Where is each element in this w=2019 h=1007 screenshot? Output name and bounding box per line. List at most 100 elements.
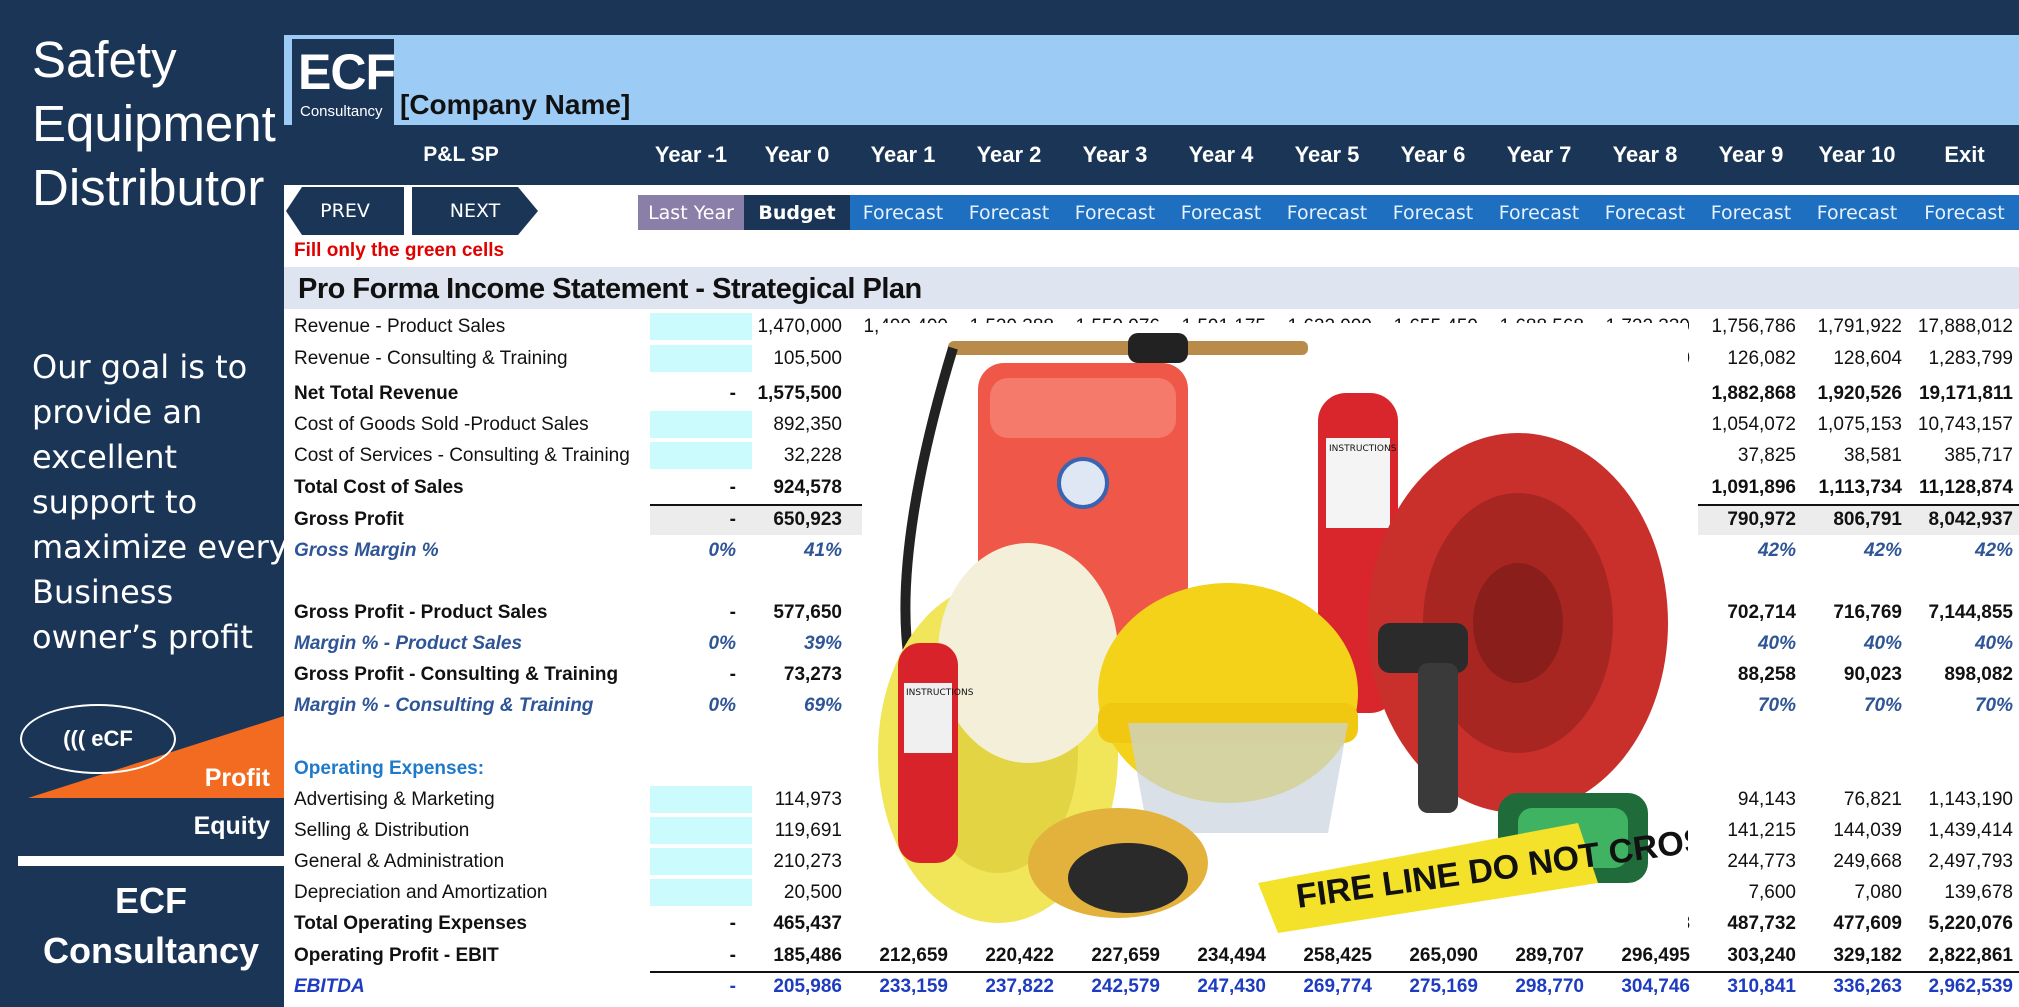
table-cell: - bbox=[729, 509, 736, 530]
sheet-title: P&L SP bbox=[423, 143, 499, 166]
table-cell: 210,273 bbox=[773, 851, 842, 872]
table-cell: 42% bbox=[1974, 540, 2013, 561]
table-cell: 1,756,786 bbox=[1711, 316, 1796, 337]
table-cell: 577,650 bbox=[773, 602, 842, 623]
table-cell: 244,773 bbox=[1727, 851, 1796, 872]
column-type-header: Forecast bbox=[1168, 195, 1274, 230]
table-cell: 249,668 bbox=[1833, 851, 1902, 872]
column-type-header: Forecast bbox=[1592, 195, 1698, 230]
table-cell: 1,283,799 bbox=[1928, 348, 2013, 369]
table-cell: 806,791 bbox=[1833, 509, 1902, 530]
table-cell: 119,691 bbox=[774, 820, 842, 841]
table-cell: 76,821 bbox=[1843, 789, 1902, 810]
table-cell: 1,575,500 bbox=[757, 383, 842, 404]
logo-small-text: Consultancy bbox=[300, 103, 383, 120]
statement-title: Pro Forma Income Statement - Strategical… bbox=[298, 273, 922, 305]
company-name: [Company Name] bbox=[400, 89, 631, 120]
table-cell: 1,882,868 bbox=[1711, 383, 1796, 404]
row-label: Cost of Goods Sold -Product Sales bbox=[294, 414, 589, 435]
table-cell: 0% bbox=[708, 540, 736, 561]
row-label: Gross Margin % bbox=[294, 540, 439, 561]
table-cell: 70% bbox=[1974, 695, 2013, 716]
next-button[interactable]: NEXT bbox=[412, 187, 538, 235]
ecf-oval-logo: ((( eCF bbox=[20, 704, 176, 774]
table-cell: 1,113,734 bbox=[1818, 477, 1902, 498]
table-cell: - bbox=[729, 945, 736, 966]
safety-equipment-image: INSTRUCTIONS INSTRUCTIONS FIRE LINE DO N… bbox=[878, 323, 1688, 933]
table-cell[interactable] bbox=[638, 440, 736, 471]
table-cell: 258,425 bbox=[1303, 945, 1372, 966]
table-cell: 234,494 bbox=[1197, 945, 1266, 966]
column-type-header: Forecast bbox=[850, 195, 956, 230]
table-cell[interactable] bbox=[638, 311, 736, 342]
fill-note: Fill only the green cells bbox=[294, 240, 505, 261]
table-cell: 139,678 bbox=[1944, 882, 2013, 903]
table-cell[interactable] bbox=[638, 409, 736, 440]
sidebar-title-line: Distributor bbox=[32, 159, 265, 216]
table-cell: 8,042,937 bbox=[1928, 509, 2013, 530]
table-cell: 17,888,012 bbox=[1917, 316, 2013, 337]
column-type-header: Forecast bbox=[1698, 195, 1804, 230]
year-column-header: Year 6 bbox=[1400, 142, 1466, 167]
table-cell[interactable] bbox=[638, 815, 736, 846]
table-cell: 185,486 bbox=[773, 945, 842, 966]
table-cell[interactable] bbox=[638, 784, 736, 815]
table-cell: 212,659 bbox=[879, 945, 948, 966]
year-column-header: Year 2 bbox=[976, 142, 1042, 167]
table-cell: 265,090 bbox=[1409, 945, 1478, 966]
table-cell: 329,182 bbox=[1833, 945, 1902, 966]
table-cell: 650,923 bbox=[773, 509, 842, 530]
goal-line: maximize every bbox=[32, 528, 288, 566]
prev-button[interactable]: PREV bbox=[286, 187, 404, 235]
logo-big-text: ECF bbox=[298, 44, 396, 100]
year-column-header: Year 8 bbox=[1612, 142, 1678, 167]
table-cell: 114,973 bbox=[774, 789, 842, 810]
table-cell: 298,770 bbox=[1515, 976, 1584, 997]
goal-line: provide an bbox=[32, 393, 203, 431]
table-cell bbox=[1804, 753, 1902, 784]
table-cell: 5,220,076 bbox=[1928, 913, 2013, 934]
table-cell: 477,609 bbox=[1833, 913, 1902, 934]
table-cell[interactable] bbox=[638, 846, 736, 877]
table-cell: 11,128,874 bbox=[1918, 477, 2013, 498]
table-cell: 1,143,190 bbox=[1928, 789, 2013, 810]
ecf-logo: ECF Consultancy bbox=[292, 39, 396, 125]
table-cell: 40% bbox=[1863, 633, 1902, 654]
goal-line: excellent bbox=[32, 438, 178, 476]
table-cell: 141,215 bbox=[1727, 820, 1796, 841]
column-type-header: Forecast bbox=[1486, 195, 1592, 230]
table-cell: 898,082 bbox=[1944, 664, 2013, 685]
table-cell: 38,581 bbox=[1843, 445, 1902, 466]
brand-line: ECF bbox=[115, 880, 187, 921]
table-row: EBITDA - 205,986 233,159 237,822 242,579 247,4… bbox=[284, 971, 2019, 1002]
sheet-area: ECF Consultancy [Company Name] P&L SP Ye… bbox=[284, 35, 2019, 1007]
row-label: Depreciation and Amortization bbox=[294, 882, 548, 903]
table-cell: 70% bbox=[1863, 695, 1902, 716]
row-label: Cost of Services - Consulting & Training bbox=[294, 445, 630, 466]
ecf-brand-text: ECF Consultancy bbox=[18, 876, 284, 976]
table-cell: 892,350 bbox=[773, 414, 842, 435]
sidebar-divider bbox=[18, 856, 284, 866]
year-column-header: Year 10 bbox=[1818, 142, 1896, 167]
statement-title-band: Pro Forma Income Statement - Strategical… bbox=[284, 267, 2019, 309]
table-cell: - bbox=[729, 664, 736, 685]
table-cell: 0% bbox=[708, 695, 736, 716]
table-cell[interactable] bbox=[638, 877, 736, 908]
table-cell bbox=[638, 753, 736, 784]
table-cell: 242,579 bbox=[1091, 976, 1160, 997]
table-cell: 90,023 bbox=[1843, 664, 1902, 685]
year-column-header: Year 7 bbox=[1506, 142, 1572, 167]
year-column-header: Year -1 bbox=[654, 142, 728, 167]
table-cell: 128,604 bbox=[1833, 348, 1902, 369]
table-cell: 336,263 bbox=[1833, 976, 1902, 997]
table-cell: 73,273 bbox=[783, 664, 842, 685]
column-type-header: Forecast bbox=[956, 195, 1062, 230]
table-cell[interactable] bbox=[638, 343, 736, 374]
table-cell: - bbox=[729, 383, 736, 404]
sidebar-title: Safety Equipment Distributor bbox=[32, 28, 276, 220]
row-label: EBITDA bbox=[294, 976, 365, 997]
row-label: Margin % - Product Sales bbox=[294, 633, 523, 654]
table-cell: 42% bbox=[1757, 540, 1796, 561]
column-type-header: Budget bbox=[744, 195, 850, 230]
profit-label: Profit bbox=[204, 764, 270, 792]
